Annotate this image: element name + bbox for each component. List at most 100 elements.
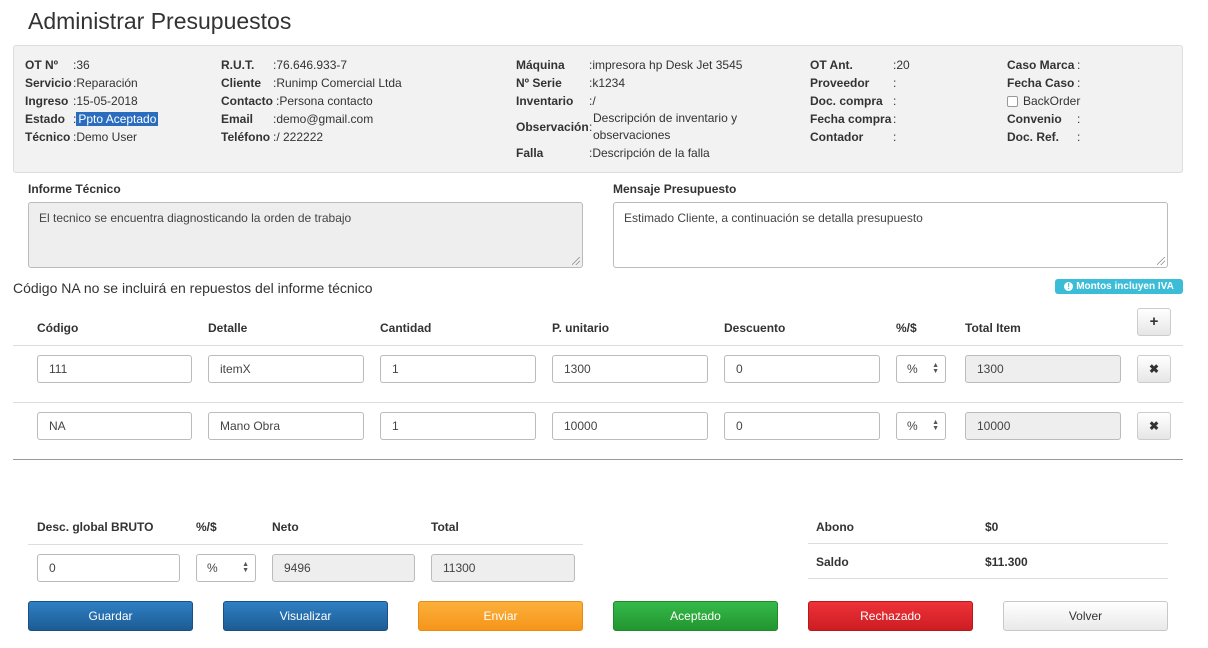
servicio-value: :Reparación [73,76,138,90]
col-header-descuento: Descuento [724,321,786,335]
mensaje-presupuesto-textarea[interactable]: Estimado Cliente, a continuación se deta… [613,202,1168,268]
col-header-total: Total Item [965,321,1021,335]
telefono-value: :/ 222222 [273,130,324,144]
serie-label: Nº Serie [516,76,562,90]
unitario-input[interactable]: 1300 [552,355,708,383]
fecha-compra-label: Fecha compra [810,112,892,126]
resize-grip-icon[interactable] [572,257,580,265]
observacion-line2: observaciones [593,128,671,142]
rechazado-button[interactable]: Rechazado [808,601,973,631]
col-header-cantidad: Cantidad [380,321,432,335]
doc-compra-value: : [893,94,897,108]
ot-ant-value: :20 [893,58,910,72]
fecha-caso-label: Fecha Caso [1007,76,1075,90]
remove-row-button[interactable]: ✖ [1137,412,1171,440]
proveedor-label: Proveedor [810,76,870,90]
total-label: Total [431,520,459,534]
cantidad-input[interactable]: 1 [380,412,536,440]
summary-divider [28,544,583,545]
resize-grip-icon[interactable] [1157,257,1165,265]
iva-badge: ! Montos incluyen IVA [1055,279,1183,294]
abono-label: Abono [816,520,854,534]
total-field: 11300 [431,554,575,582]
backorder-field[interactable]: BackOrder [1007,94,1080,108]
doc-compra-label: Doc. compra [810,94,883,108]
volver-button[interactable]: Volver [1003,601,1168,631]
codigo-input[interactable]: 111 [37,355,192,383]
observacion-separator: : [589,120,593,134]
tipo-select-value: % [907,362,918,376]
updown-arrows-icon: ▲ ▼ [242,561,249,574]
neto-field: 9496 [272,554,415,582]
inventario-value: :/ [589,94,596,108]
observacion-label: Observación [516,120,589,134]
table-bottom-divider [13,459,1183,460]
codigo-input[interactable]: NA [37,412,192,440]
informe-tecnico-label: Informe Técnico [28,182,121,196]
cliente-label: Cliente [221,76,262,90]
contacto-value: :Persona contacto [276,94,373,108]
estado-value: Ppto Aceptado [76,112,159,126]
observacion-line1: Descripción de inventario y [593,111,738,125]
tipo-select-value: % [907,419,918,433]
contador-label: Contador [810,130,864,144]
ot-info-panel: OT Nº :36 Servicio :Reparación Ingreso :… [13,45,1183,173]
contacto-label: Contacto [221,94,273,108]
saldo-value: $11.300 [985,555,1028,569]
fecha-compra-value: : [893,112,897,126]
col-header-tipo: %/$ [896,321,917,335]
ot-value: :36 [73,58,90,72]
falla-label: Falla [516,146,544,160]
col-header-detalle: Detalle [208,321,248,335]
doc-ref-value: : [1077,130,1081,144]
mensaje-presupuesto-label: Mensaje Presupuesto [613,182,737,196]
updown-arrows-icon: ▲ ▼ [932,419,939,432]
updown-arrows-icon: ▲ ▼ [932,362,939,375]
doc-ref-label: Doc. Ref. [1007,130,1060,144]
cantidad-input[interactable]: 1 [380,355,536,383]
info-icon: ! [1064,282,1074,291]
tipo-select[interactable]: % ▲ ▼ [896,355,946,383]
tecnico-value: :Demo User [73,130,138,144]
falla-value: :Descripción de la falla [589,146,710,160]
descuento-input[interactable]: 0 [724,412,880,440]
codigo-na-note: Código NA no se incluirá en repuestos de… [13,280,373,296]
tipo-select[interactable]: % ▲ ▼ [896,412,946,440]
serie-value: :k1234 [589,76,626,90]
desc-tipo-value: % [207,561,218,575]
enviar-button[interactable]: Enviar [418,601,583,631]
rut-value: :76.646.933-7 [273,58,348,72]
abono-value: $0 [985,520,999,534]
detalle-input[interactable]: itemX [208,355,364,383]
email-label: Email [221,112,254,126]
unitario-input[interactable]: 10000 [552,412,708,440]
visualizar-button[interactable]: Visualizar [223,601,388,631]
page-title: Administrar Presupuestos [28,8,292,34]
maquina-value: :impresora hp Desk Jet 3545 [589,58,743,72]
guardar-button[interactable]: Guardar [28,601,193,631]
row-divider [13,402,1183,403]
col-header-unitario: P. unitario [552,321,610,335]
descuento-input[interactable]: 0 [724,355,880,383]
desc-tipo-select[interactable]: % ▲ ▼ [196,554,256,582]
col-header-codigo: Código [37,321,79,335]
table-divider [13,345,1183,346]
cliente-value: :Runimp Comercial Ltda [273,76,402,90]
informe-tecnico-textarea[interactable]: El tecnico se encuentra diagnosticando l… [28,202,583,268]
proveedor-value: : [893,76,897,90]
remove-icon: ✖ [1148,419,1160,433]
contador-value: : [893,130,897,144]
aceptado-button[interactable]: Aceptado [613,601,778,631]
add-row-button[interactable]: + [1137,308,1171,336]
desc-global-input[interactable]: 0 [37,554,180,582]
informe-tecnico-text: El tecnico se encuentra diagnosticando l… [39,211,352,225]
detalle-input[interactable]: Mano Obra [208,412,364,440]
ot-label: OT Nº [25,58,59,72]
backorder-checkbox[interactable] [1007,96,1018,107]
caso-marca-value: : [1077,58,1081,72]
fecha-caso-value: : [1077,76,1081,90]
remove-row-button[interactable]: ✖ [1137,355,1171,383]
convenio-value: : [1077,112,1081,126]
desc-tipo-label: %/$ [196,520,217,534]
telefono-label: Teléfono [221,130,271,144]
